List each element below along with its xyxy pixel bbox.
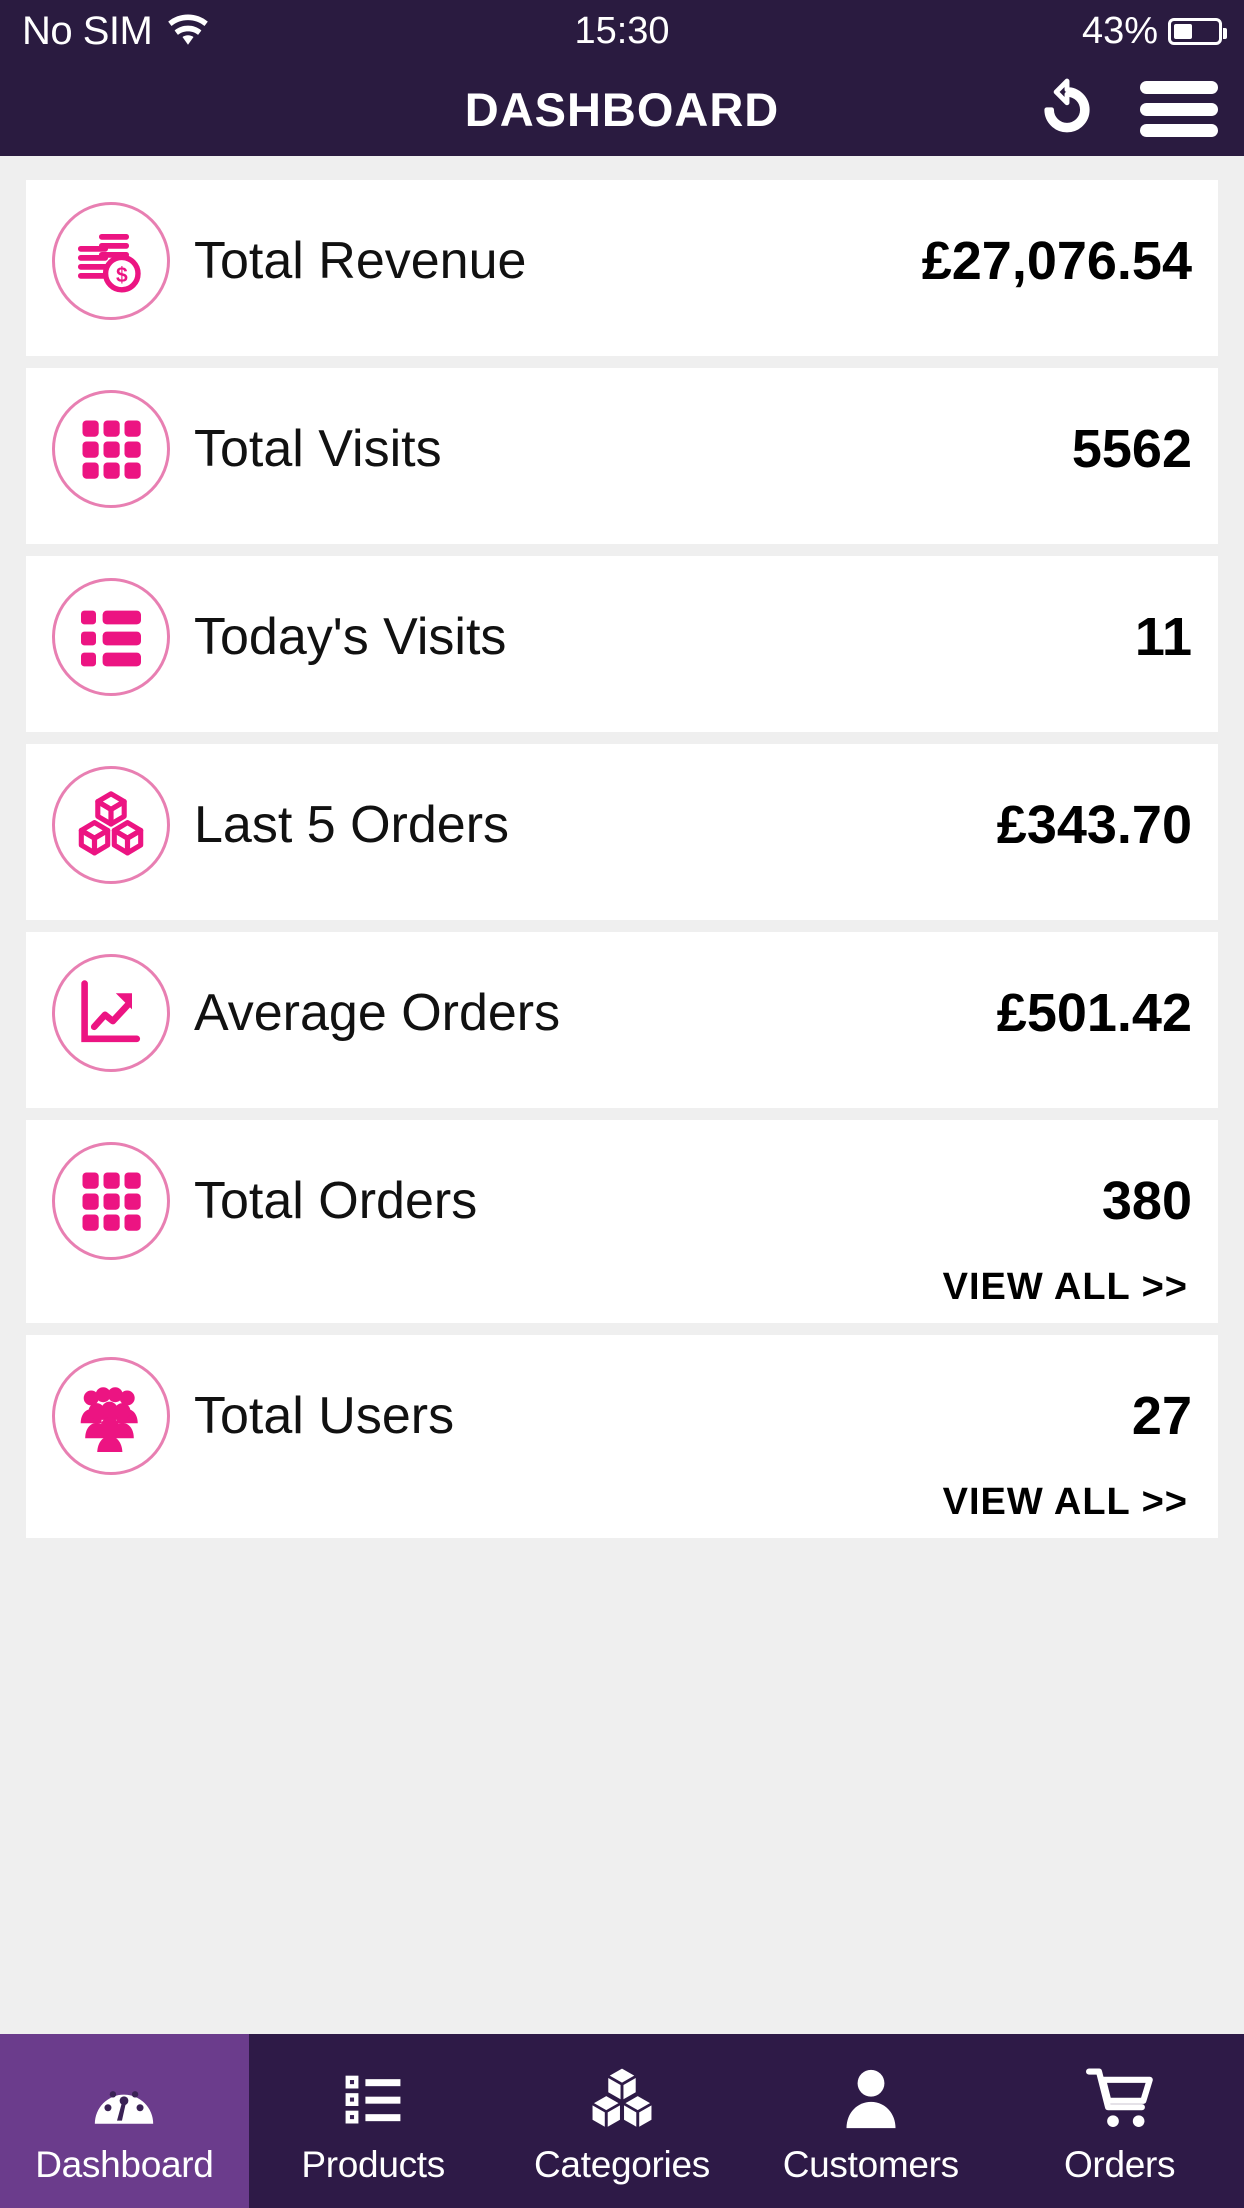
battery-icon — [1168, 18, 1222, 45]
status-bar-right: 43% — [1082, 10, 1222, 53]
tab-icon-wrap — [1085, 2056, 1155, 2134]
tab-categories[interactable]: Categories — [498, 2034, 747, 2208]
card-icon-badge — [52, 766, 170, 884]
view-all-link[interactable]: VIEW ALL >> — [52, 1266, 1192, 1309]
status-bar: No SIM 15:30 43% — [0, 0, 1244, 62]
card-label: Average Orders — [194, 983, 560, 1043]
tab-icon-wrap — [89, 2056, 159, 2134]
battery-percent-label: 43% — [1082, 10, 1158, 53]
dashboard-card[interactable]: Total Orders 380 VIEW ALL >> — [26, 1120, 1218, 1323]
bottom-tab-bar: Dashboard Products Categories Customers Orde… — [0, 2034, 1244, 2208]
card-label: Today's Visits — [194, 607, 506, 667]
tab-label: Categories — [534, 2144, 710, 2186]
tab-dashboard[interactable]: Dashboard — [0, 2034, 249, 2208]
card-label: Total Revenue — [194, 231, 526, 291]
wifi-icon — [166, 14, 210, 48]
card-value: 11 — [1135, 606, 1192, 668]
card-value: £343.70 — [997, 794, 1192, 856]
tab-icon-wrap — [338, 2056, 408, 2134]
tab-icon-wrap — [836, 2056, 906, 2134]
users-group-icon — [75, 1380, 147, 1452]
grid-3x3-icon — [75, 413, 147, 485]
refresh-icon[interactable] — [1036, 78, 1098, 140]
card-icon-badge — [52, 1357, 170, 1475]
list-rows-icon — [75, 601, 147, 673]
dashboard-card[interactable]: Today's Visits 11 — [26, 556, 1218, 732]
tab-products[interactable]: Products — [249, 2034, 498, 2208]
card-icon-badge — [52, 954, 170, 1072]
shopping-cart-icon — [1085, 2064, 1155, 2134]
tab-customers[interactable]: Customers — [746, 2034, 995, 2208]
card-top-row: Total Visits 5562 — [52, 390, 1192, 508]
card-label: Total Visits — [194, 419, 442, 479]
view-all-link[interactable]: VIEW ALL >> — [52, 1481, 1192, 1524]
tab-label: Customers — [783, 2144, 959, 2186]
card-top-row: Total Orders 380 — [52, 1142, 1192, 1260]
card-top-row: $ Total Revenue £27,076.54 — [52, 202, 1192, 320]
tab-label: Products — [301, 2144, 445, 2186]
card-icon-badge — [52, 578, 170, 696]
line-chart-up-icon — [75, 977, 147, 1049]
phone-screen: No SIM 15:30 43% DASHBOARD $ Total Revenu… — [0, 0, 1244, 2208]
nav-actions — [1036, 78, 1218, 140]
coins-stack-icon: $ — [75, 225, 147, 297]
dashboard-card[interactable]: Total Users 27 VIEW ALL >> — [26, 1335, 1218, 1538]
dashboard-card[interactable]: Average Orders £501.42 — [26, 932, 1218, 1108]
list-bullets-icon — [338, 2064, 408, 2134]
card-label: Last 5 Orders — [194, 795, 509, 855]
card-top-row: Today's Visits 11 — [52, 578, 1192, 696]
card-icon-badge: $ — [52, 202, 170, 320]
card-label: Total Users — [194, 1386, 454, 1446]
cubes-icon — [587, 2064, 657, 2134]
speedometer-icon — [89, 2064, 159, 2134]
card-icon-badge — [52, 390, 170, 508]
card-top-row: Average Orders £501.42 — [52, 954, 1192, 1072]
card-icon-badge — [52, 1142, 170, 1260]
card-value: 27 — [1132, 1385, 1192, 1447]
card-top-row: Last 5 Orders £343.70 — [52, 766, 1192, 884]
grid-3x3-icon — [75, 1165, 147, 1237]
dashboard-card[interactable]: Total Visits 5562 — [26, 368, 1218, 544]
card-top-row: Total Users 27 — [52, 1357, 1192, 1475]
svg-text:$: $ — [116, 264, 128, 287]
card-value: £27,076.54 — [922, 230, 1192, 292]
tab-orders[interactable]: Orders — [995, 2034, 1244, 2208]
tab-label: Dashboard — [35, 2144, 213, 2186]
dashboard-card[interactable]: Last 5 Orders £343.70 — [26, 744, 1218, 920]
dashboard-content[interactable]: $ Total Revenue £27,076.54 Total Visits 5562… — [0, 156, 1244, 2208]
status-bar-left: No SIM — [22, 9, 210, 54]
card-value: 380 — [1102, 1170, 1192, 1232]
boxes-stack-icon — [75, 789, 147, 861]
hamburger-menu-icon[interactable] — [1140, 81, 1218, 137]
nav-bar: DASHBOARD — [0, 62, 1244, 156]
card-value: £501.42 — [997, 982, 1192, 1044]
tab-icon-wrap — [587, 2056, 657, 2134]
person-icon — [836, 2064, 906, 2134]
tab-label: Orders — [1064, 2144, 1175, 2186]
card-label: Total Orders — [194, 1171, 477, 1231]
carrier-label: No SIM — [22, 9, 152, 54]
card-value: 5562 — [1072, 418, 1192, 480]
dashboard-card[interactable]: $ Total Revenue £27,076.54 — [26, 180, 1218, 356]
